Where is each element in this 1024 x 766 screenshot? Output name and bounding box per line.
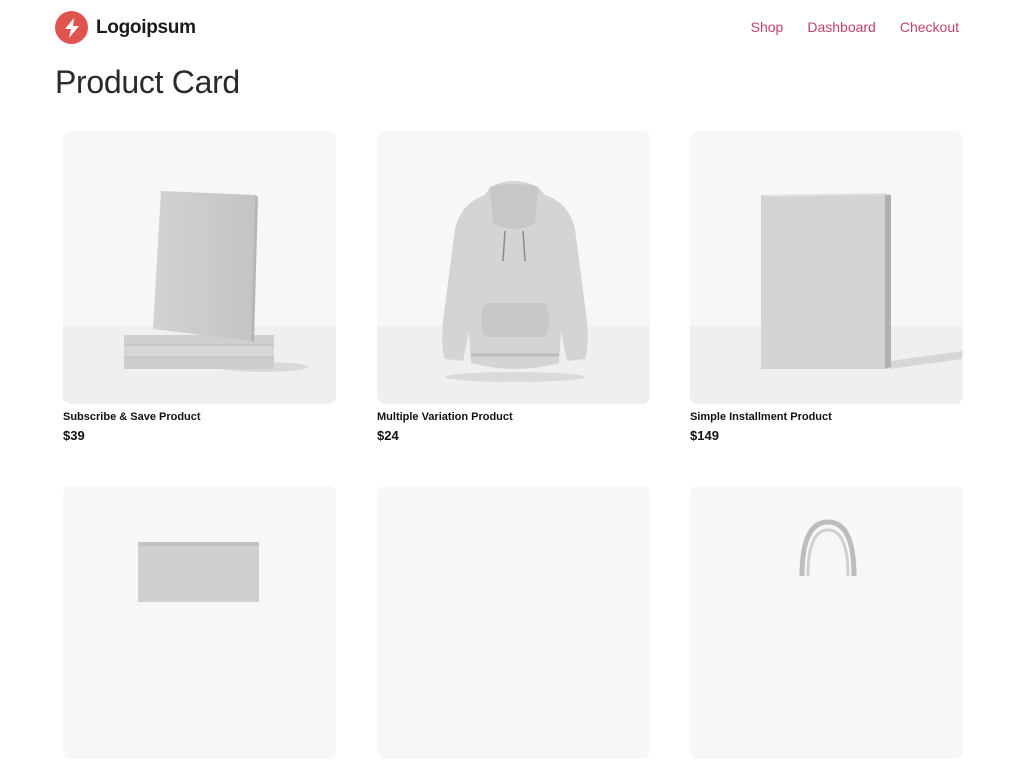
product-price: $39 xyxy=(63,428,85,443)
product-image[interactable] xyxy=(63,486,336,759)
product-name: Subscribe & Save Product xyxy=(63,411,201,423)
site-header: Logoipsum Shop Dashboard Checkout xyxy=(0,0,1024,56)
product-name: Multiple Variation Product xyxy=(377,411,513,423)
page-title: Product Card xyxy=(55,64,240,100)
nav-link-shop[interactable]: Shop xyxy=(751,19,784,35)
logo-text: Logoipsum xyxy=(96,16,196,38)
main-nav: Shop Dashboard Checkout xyxy=(751,19,959,35)
product-image[interactable] xyxy=(377,131,650,404)
lightning-bolt-icon xyxy=(55,11,88,44)
logo[interactable]: Logoipsum xyxy=(55,11,196,44)
nav-link-dashboard[interactable]: Dashboard xyxy=(807,19,876,35)
product-card[interactable] xyxy=(690,486,963,766)
product-card[interactable] xyxy=(63,486,336,766)
product-price: $24 xyxy=(377,428,399,443)
box-icon xyxy=(761,193,962,369)
product-card[interactable] xyxy=(377,486,650,766)
product-image[interactable] xyxy=(690,486,963,759)
product-card[interactable]: Multiple Variation Product $24 xyxy=(377,131,650,443)
product-image[interactable] xyxy=(690,131,963,404)
product-card[interactable]: Subscribe & Save Product $39 xyxy=(63,131,336,443)
product-price: $149 xyxy=(690,428,719,443)
hoodie-icon xyxy=(442,181,588,382)
product-image[interactable] xyxy=(63,131,336,404)
nav-link-checkout[interactable]: Checkout xyxy=(900,19,959,35)
book-stack-icon xyxy=(124,191,308,372)
envelope-icon xyxy=(138,542,259,602)
product-card[interactable]: Simple Installment Product $149 xyxy=(690,131,963,443)
product-image[interactable] xyxy=(377,486,650,759)
product-name: Simple Installment Product xyxy=(690,411,832,423)
tote-bag-icon xyxy=(799,519,857,577)
